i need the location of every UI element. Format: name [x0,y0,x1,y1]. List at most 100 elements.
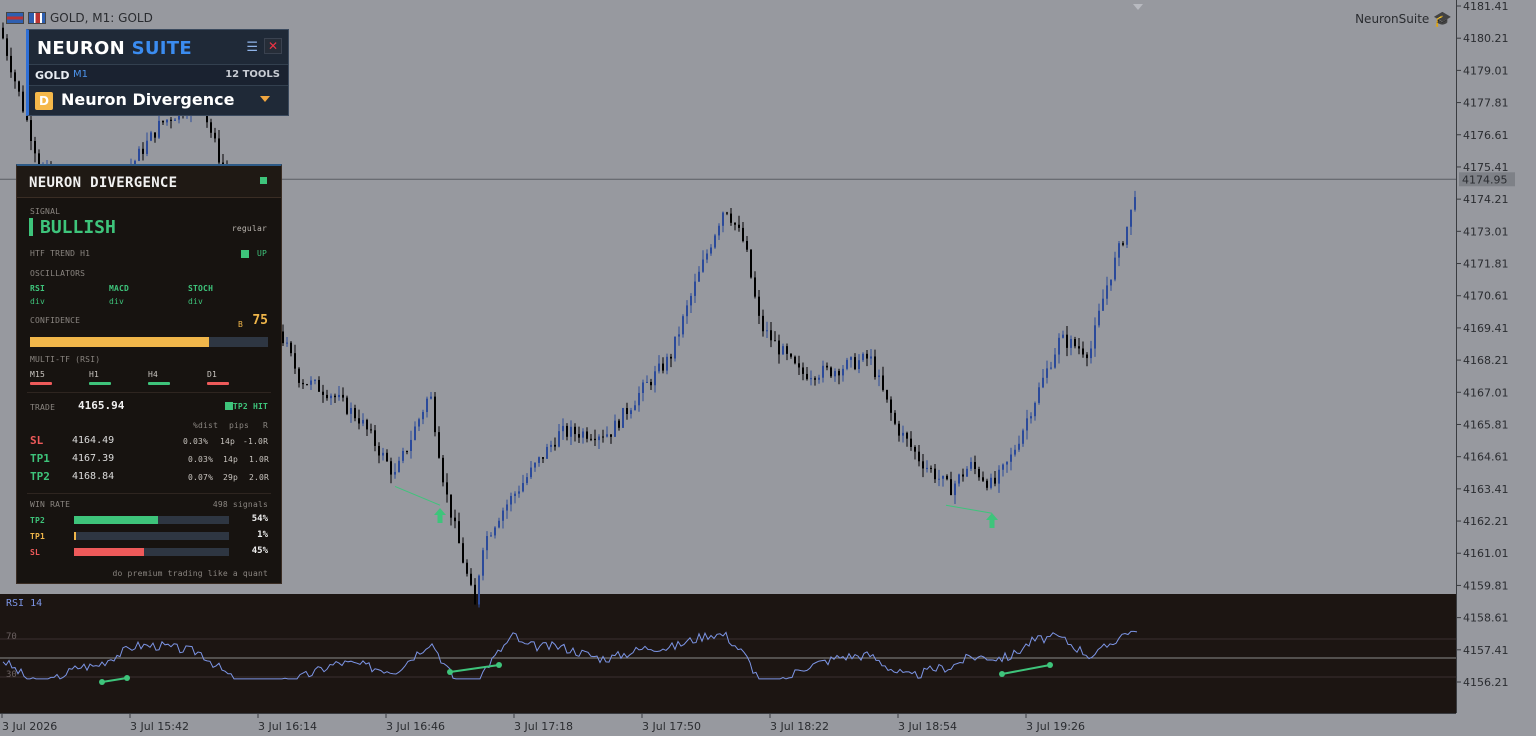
level-dist: 0.03% [188,455,214,464]
winrate-name: SL [30,548,41,557]
price-tick-label: 4158.61 [1463,612,1509,625]
current-price-label: 4174.95 [1462,173,1508,186]
candle-body [422,412,424,420]
candle-body [498,520,500,528]
tools-count: 12 TOOLS [225,69,280,80]
candle-body [570,426,572,437]
candle-body [998,469,1000,484]
candle-body [478,575,480,605]
candle-body [1114,257,1116,280]
price-tick-label: 4162.21 [1463,515,1509,528]
candle-body [606,434,608,437]
tool-selector[interactable]: Neuron Divergence [61,90,234,109]
candle-body [462,543,464,563]
candle-body [990,477,992,488]
candle-body [138,148,140,161]
panel-header: NEURON DIVERGENCE [17,166,281,198]
winrate-pct: 45% [251,546,268,556]
winrate-name: TP1 [30,532,46,541]
candle-body [638,392,640,406]
candle-body [154,132,156,138]
confidence-bar [30,337,268,347]
candle-body [934,468,936,480]
candle-body [14,72,16,82]
candle-body [978,469,980,478]
candle-body [1010,454,1012,462]
candle-body [1022,430,1024,444]
osc-name: MACD [109,284,130,293]
price-tick-label: 4156.21 [1463,676,1509,689]
candle-body [486,536,488,551]
time-tick-label: 3 Jul 18:54 [898,720,957,733]
candle-body [942,475,944,479]
chevron-down-icon[interactable] [260,96,270,102]
candle-body [330,395,332,399]
candle-body [786,346,788,354]
close-button[interactable]: ✕ [264,38,282,54]
candle-body [690,295,692,306]
candle-body [542,457,544,459]
candle-body [442,457,444,483]
candle-body [434,396,436,433]
rsi-divergence-point [1047,662,1053,668]
candle-body [686,305,688,317]
trade-price: 4165.94 [78,399,125,412]
candle-body [670,356,672,359]
candle-body [1054,354,1056,368]
htf-indicator [241,250,249,258]
candle-body [966,468,968,477]
candle-body [834,370,836,377]
candle-body [850,357,852,360]
suite-title: NEURON SUITE [37,38,192,59]
winrate-pct: 54% [251,514,268,524]
candle-body [666,356,668,371]
level-dist: 0.03% [183,437,209,446]
candle-body [866,353,868,359]
winrate-bar-fill [74,516,158,524]
candle-body [714,235,716,248]
col-pips: pips [229,421,250,430]
candle-body [290,342,292,354]
timeframe-label: M1 [73,69,88,80]
osc-name: STOCH [188,284,214,293]
time-tick-label: 3 Jul 17:18 [514,720,573,733]
rsi-level-label: 70 [6,632,17,642]
candle-body [214,132,216,139]
candle-body [394,471,396,475]
candle-body [10,55,12,73]
chart-type-icon[interactable] [28,12,46,24]
candle-body [826,365,828,368]
time-tick-label: 3 Jul 18:22 [770,720,829,733]
candle-body [506,504,508,511]
candle-body [574,426,576,435]
grid-icon[interactable] [6,12,24,24]
mtf-tf: M15 [30,370,46,379]
candle-body [386,452,388,462]
candle-body [910,438,912,447]
candle-body [830,367,832,377]
candle-body [898,423,900,436]
candle-body [1006,461,1008,465]
candle-body [502,510,504,521]
settings-sliders-icon[interactable]: ☰ [246,40,258,55]
candle-body [514,493,516,496]
candle-body [682,316,684,335]
candle-body [426,398,428,413]
candle-body [758,296,760,316]
candle-body [822,365,824,378]
osc-name: RSI [30,284,46,293]
price-tick-label: 4169.41 [1463,322,1509,335]
divider [27,493,271,494]
rsi-divergence-point [496,662,502,668]
price-tick-label: 4175.41 [1463,161,1509,174]
candle-body [30,120,32,141]
candle-body [886,389,888,400]
candle-body [954,483,956,496]
candle-body [842,368,844,376]
rsi-divergence-point [999,671,1005,677]
candle-body [398,460,400,472]
candle-body [170,119,172,121]
candle-body [582,431,584,438]
candle-body [162,120,164,123]
candle-body [938,478,940,480]
